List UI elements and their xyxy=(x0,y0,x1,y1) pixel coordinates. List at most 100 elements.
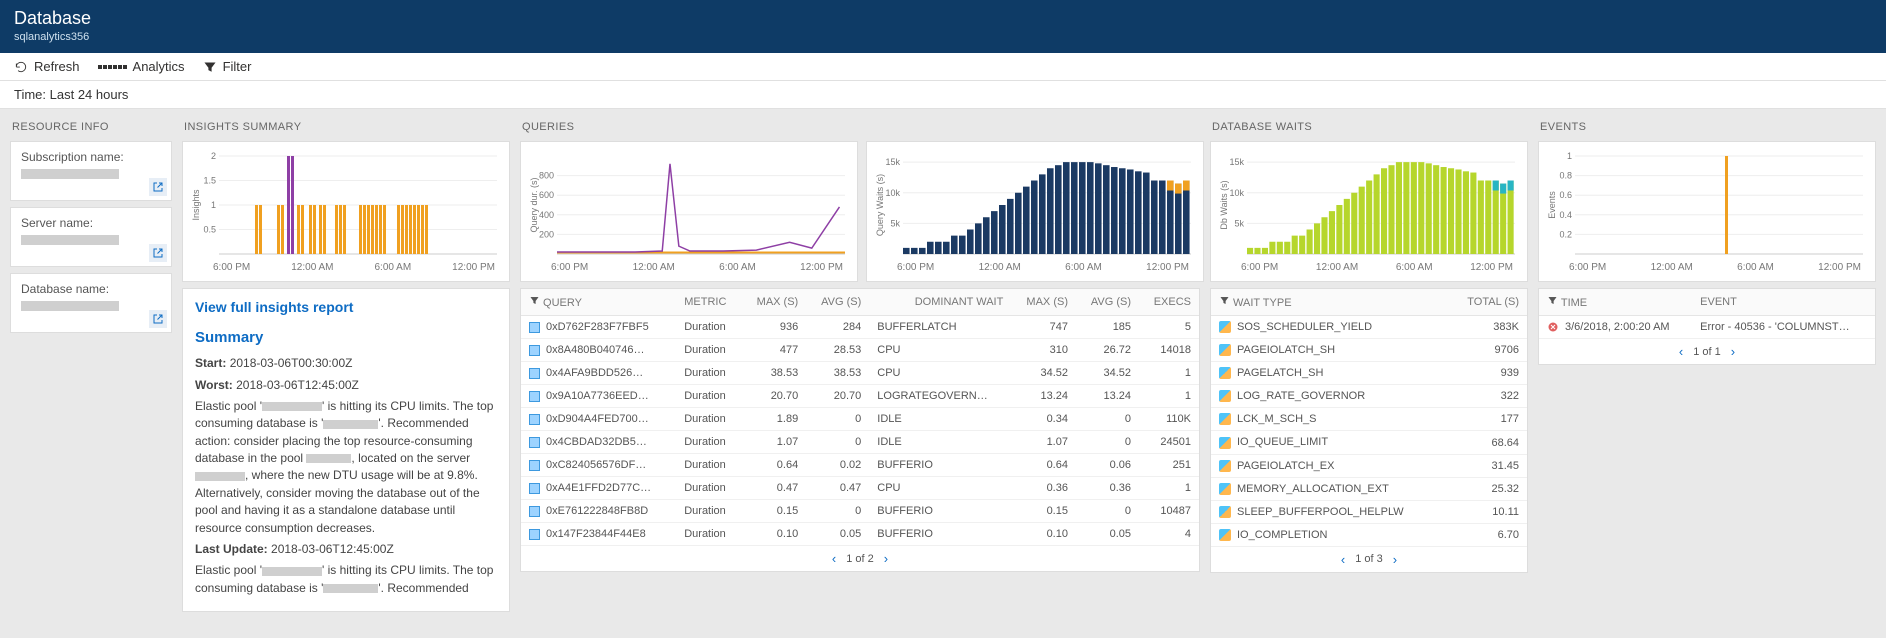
svg-text:Db Waits (s): Db Waits (s) xyxy=(1219,180,1229,229)
column-header[interactable]: QUERY xyxy=(521,289,676,316)
column-header[interactable]: TIME xyxy=(1539,289,1692,316)
table-row[interactable]: IO_COMPLETION6.70 xyxy=(1211,523,1527,546)
svg-text:10k: 10k xyxy=(1229,188,1244,198)
table-row[interactable]: 0x4AFA9BDD526…Duration38.5338.53CPU34.52… xyxy=(521,362,1199,385)
table-row[interactable]: 0xC824056576DF…Duration0.640.02BUFFERIO0… xyxy=(521,454,1199,477)
table-row[interactable]: 0xD904A4FED700…Duration1.890IDLE0.340110… xyxy=(521,408,1199,431)
resource-label: Subscription name: xyxy=(21,150,161,164)
queries-prev[interactable]: ‹ xyxy=(832,551,836,566)
table-row[interactable]: SOS_SCHEDULER_YIELD383K xyxy=(1211,316,1527,339)
wait-icon xyxy=(1219,460,1231,472)
filter-icon xyxy=(203,60,217,74)
svg-text:400: 400 xyxy=(539,210,554,220)
db-waits-chart[interactable]: Db Waits (s)5k10k15k 6:00 PM12:00 AM6:00… xyxy=(1211,142,1527,281)
svg-text:0.5: 0.5 xyxy=(203,225,216,235)
filter-column-icon[interactable] xyxy=(529,295,540,306)
resource-info-title: RESOURCE INFO xyxy=(10,117,172,135)
svg-text:0.8: 0.8 xyxy=(1559,171,1572,181)
time-range-bar[interactable]: Time: Last 24 hours xyxy=(0,81,1886,109)
popout-icon xyxy=(152,313,164,325)
popout-button[interactable] xyxy=(149,244,167,262)
analytics-button[interactable]: Analytics xyxy=(98,59,185,74)
svg-text:0.6: 0.6 xyxy=(1559,190,1572,200)
column-header[interactable]: MAX (S) xyxy=(742,289,807,316)
table-row[interactable]: 0x8A480B040746…Duration47728.53CPU31026.… xyxy=(521,339,1199,362)
svg-text:2: 2 xyxy=(211,151,216,161)
column-header[interactable]: AVG (S) xyxy=(1076,289,1139,316)
queries-table: QUERYMETRICMAX (S)AVG (S)DOMINANT WAITMA… xyxy=(521,289,1199,546)
table-row[interactable]: 0x4CBDAD32DB5…Duration1.070IDLE1.0702450… xyxy=(521,431,1199,454)
query-icon xyxy=(529,368,540,379)
refresh-button[interactable]: Refresh xyxy=(14,59,80,74)
column-header[interactable]: METRIC xyxy=(676,289,741,316)
queries-next[interactable]: › xyxy=(884,551,888,566)
table-row[interactable]: 0x147F23844F44E8Duration0.100.05BUFFERIO… xyxy=(521,523,1199,546)
waits-table: WAIT TYPETOTAL (S) SOS_SCHEDULER_YIELD38… xyxy=(1211,289,1527,547)
events-next[interactable]: › xyxy=(1731,344,1735,359)
table-row[interactable]: PAGEIOLATCH_SH9706 xyxy=(1211,339,1527,362)
filter-column-icon[interactable] xyxy=(1547,295,1558,306)
waits-prev[interactable]: ‹ xyxy=(1341,552,1345,567)
svg-text:1: 1 xyxy=(211,200,216,210)
svg-text:10k: 10k xyxy=(885,188,900,198)
column-header[interactable]: WAIT TYPE xyxy=(1211,289,1447,316)
popout-icon xyxy=(152,247,164,259)
query-duration-chart[interactable]: Query dur. (s)200400600800 6:00 PM12:00 … xyxy=(521,142,857,281)
table-row[interactable]: LCK_M_SCH_S177 xyxy=(1211,408,1527,431)
query-icon xyxy=(529,483,540,494)
svg-text:0.4: 0.4 xyxy=(1559,210,1572,220)
query-icon xyxy=(529,437,540,448)
column-header[interactable]: AVG (S) xyxy=(806,289,869,316)
svg-text:15k: 15k xyxy=(885,157,900,167)
svg-text:1: 1 xyxy=(1567,151,1572,161)
redacted-value xyxy=(21,235,119,245)
popout-icon xyxy=(152,181,164,193)
table-row[interactable]: 0x9A10A7736EED…Duration20.7020.70LOGRATE… xyxy=(521,385,1199,408)
wait-icon xyxy=(1219,344,1231,356)
wait-icon xyxy=(1219,390,1231,402)
waits-next[interactable]: › xyxy=(1393,552,1397,567)
table-row[interactable]: 3/6/2018, 2:00:20 AMError - 40536 - 'COL… xyxy=(1539,316,1875,339)
resource-card: Database name: xyxy=(10,273,172,333)
insights-chart[interactable]: Insights0.511.52 6:00 PM12:00 AM6:00 AM1… xyxy=(183,142,509,281)
popout-button[interactable] xyxy=(149,178,167,196)
insights-body: View full insights report Summary Start:… xyxy=(182,288,510,612)
column-header[interactable]: EVENT xyxy=(1692,289,1875,316)
resource-card: Server name: xyxy=(10,207,172,267)
table-row[interactable]: SLEEP_BUFFERPOOL_HELPLW10.11 xyxy=(1211,500,1527,523)
redacted-value xyxy=(21,169,119,179)
table-row[interactable]: PAGELATCH_SH939 xyxy=(1211,362,1527,385)
svg-text:Events: Events xyxy=(1547,191,1557,219)
table-row[interactable]: 0xE761222848FB8DDuration0.150BUFFERIO0.1… xyxy=(521,500,1199,523)
wait-icon xyxy=(1219,483,1231,495)
page-title: Database xyxy=(14,8,1872,29)
events-chart[interactable]: Events0.20.40.60.81 6:00 PM12:00 AM6:00 … xyxy=(1539,142,1875,281)
waits-title: DATABASE WAITS xyxy=(1210,117,1528,135)
column-header[interactable]: TOTAL (S) xyxy=(1447,289,1527,316)
wait-icon xyxy=(1219,506,1231,518)
table-row[interactable]: 0xD762F283F7FBF5Duration936284BUFFERLATC… xyxy=(521,316,1199,339)
table-row[interactable]: MEMORY_ALLOCATION_EXT25.32 xyxy=(1211,477,1527,500)
table-row[interactable]: PAGEIOLATCH_EX31.45 xyxy=(1211,454,1527,477)
popout-button[interactable] xyxy=(149,310,167,328)
svg-text:600: 600 xyxy=(539,190,554,200)
filter-button[interactable]: Filter xyxy=(203,59,252,74)
column-header[interactable]: MAX (S) xyxy=(1011,289,1076,316)
summary-heading: Summary xyxy=(195,327,497,349)
column-header[interactable]: DOMINANT WAIT xyxy=(869,289,1011,316)
column-header[interactable]: EXECS xyxy=(1139,289,1199,316)
query-icon xyxy=(529,322,540,333)
svg-text:15k: 15k xyxy=(1229,157,1244,167)
svg-text:5k: 5k xyxy=(1234,218,1244,228)
filter-column-icon[interactable] xyxy=(1219,295,1230,306)
svg-text:5k: 5k xyxy=(890,218,900,228)
resource-label: Database name: xyxy=(21,282,161,296)
table-row[interactable]: LOG_RATE_GOVERNOR322 xyxy=(1211,385,1527,408)
svg-text:Query Waits (s): Query Waits (s) xyxy=(875,174,885,236)
query-waits-chart[interactable]: Query Waits (s)5k10k15k 6:00 PM12:00 AM6… xyxy=(867,142,1203,281)
table-row[interactable]: IO_QUEUE_LIMIT68.64 xyxy=(1211,431,1527,454)
events-prev[interactable]: ‹ xyxy=(1679,344,1683,359)
query-icon xyxy=(529,391,540,402)
table-row[interactable]: 0xA4E1FFD2D77C…Duration0.470.47CPU0.360.… xyxy=(521,477,1199,500)
view-full-report-link[interactable]: View full insights report xyxy=(195,299,353,315)
